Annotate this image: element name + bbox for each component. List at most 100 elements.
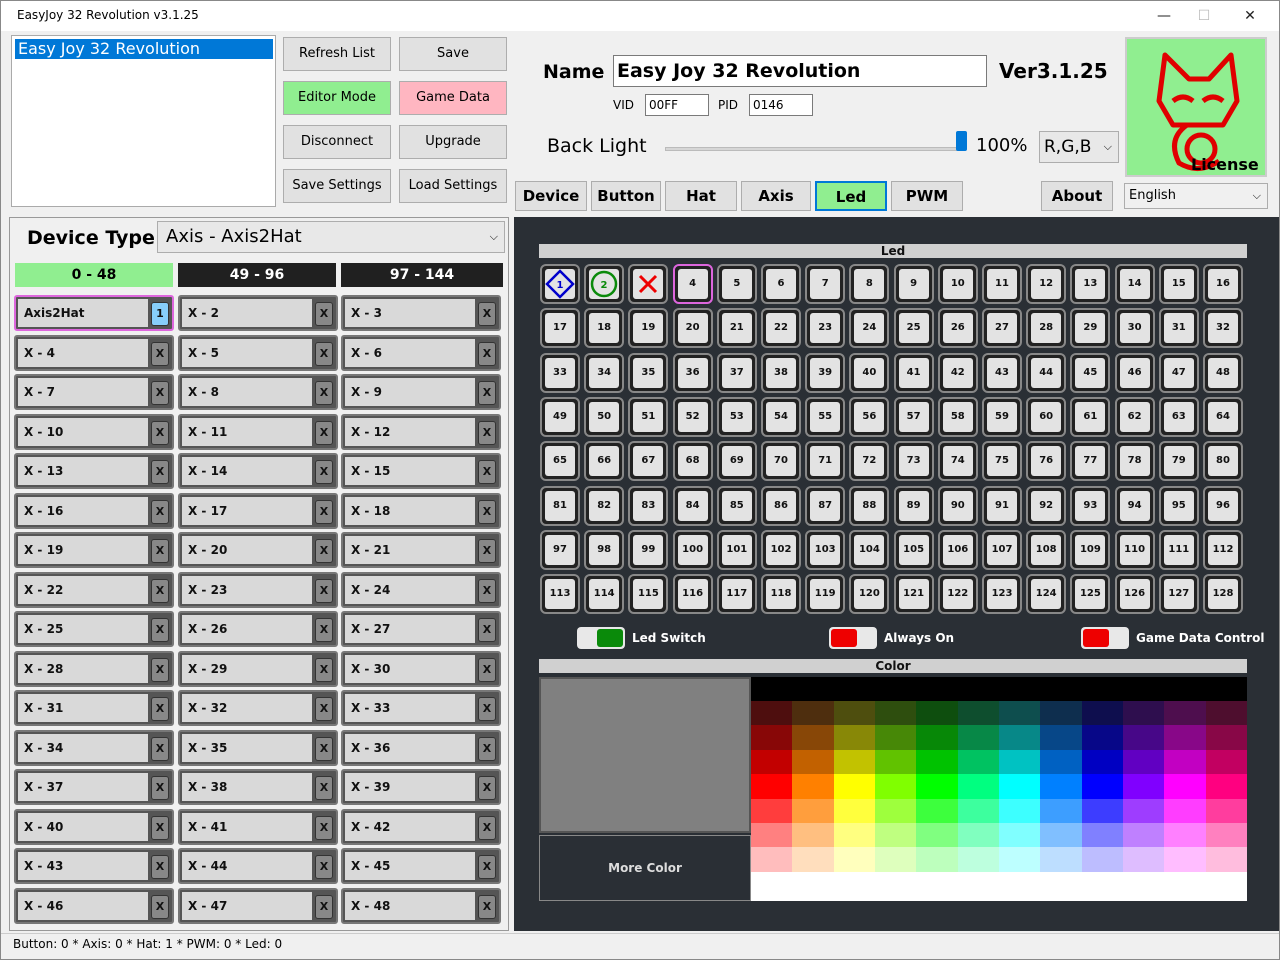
- palette-swatch[interactable]: [792, 823, 835, 848]
- palette-swatch[interactable]: [792, 701, 835, 726]
- led-cell[interactable]: 37: [716, 352, 757, 393]
- palette-swatch[interactable]: [875, 823, 917, 848]
- axis-slot[interactable]: X - 2X: [178, 295, 338, 331]
- game-data-button[interactable]: Game Data: [399, 81, 507, 115]
- tab-led[interactable]: Led: [815, 181, 887, 211]
- led-cell[interactable]: 82: [584, 485, 625, 526]
- led-cell[interactable]: 96: [1203, 485, 1243, 526]
- led-cell[interactable]: 124: [1026, 574, 1067, 615]
- led-cell[interactable]: 113: [540, 574, 580, 615]
- vid-input[interactable]: 00FF: [645, 94, 709, 116]
- palette-black-row[interactable]: [751, 677, 1247, 701]
- palette-swatch[interactable]: [1164, 798, 1207, 824]
- palette-swatch[interactable]: [792, 798, 835, 824]
- led-cell[interactable]: 85: [716, 485, 757, 526]
- axis-slot-clear-button[interactable]: X: [478, 657, 496, 682]
- axis-slot[interactable]: X - 5X: [178, 334, 338, 371]
- led-cell[interactable]: 68: [672, 441, 713, 482]
- palette-swatch[interactable]: [916, 823, 959, 848]
- palette-swatch[interactable]: [999, 725, 1041, 751]
- led-cell[interactable]: 67: [628, 441, 669, 482]
- led-cell[interactable]: 115: [628, 574, 669, 615]
- axis-slot-clear-button[interactable]: X: [478, 539, 496, 563]
- axis-slot-clear-button[interactable]: X: [315, 776, 333, 800]
- led-cell[interactable]: 9: [893, 264, 934, 304]
- axis-slot-clear-button[interactable]: X: [151, 420, 169, 445]
- tab-device[interactable]: Device: [515, 181, 587, 211]
- led-cell[interactable]: 121: [893, 574, 934, 615]
- axis-slot-clear-button[interactable]: X: [478, 894, 496, 919]
- more-color-button[interactable]: More Color: [539, 835, 751, 901]
- led-cell[interactable]: [628, 264, 669, 304]
- axis-slot-clear-button[interactable]: X: [151, 539, 169, 563]
- led-cell[interactable]: 88: [849, 485, 890, 526]
- palette-swatch[interactable]: [916, 749, 959, 775]
- led-cell[interactable]: 41: [893, 352, 934, 393]
- led-cell[interactable]: 63: [1158, 396, 1199, 437]
- axis-slot-clear-button[interactable]: X: [151, 697, 169, 721]
- axis-slot-clear-button[interactable]: X: [315, 894, 333, 919]
- device-type-select[interactable]: Axis - Axis2Hat ⌵: [157, 221, 505, 253]
- palette-swatch[interactable]: [1040, 701, 1083, 726]
- axis-slot[interactable]: X - 23 X: [178, 571, 338, 608]
- axis-slot-clear-button[interactable]: X: [151, 657, 169, 682]
- led-cell[interactable]: 5: [716, 264, 757, 304]
- device-list[interactable]: Easy Joy 32 Revolution: [11, 35, 276, 207]
- led-cell[interactable]: 22: [761, 308, 801, 349]
- led-cell[interactable]: 28: [1026, 308, 1067, 349]
- game-data-control-toggle[interactable]: [1081, 627, 1129, 649]
- palette-swatch[interactable]: [833, 823, 876, 848]
- palette-swatch[interactable]: [1081, 798, 1124, 824]
- palette-swatch[interactable]: [1081, 749, 1124, 775]
- led-cell[interactable]: 77: [1070, 441, 1111, 482]
- led-cell[interactable]: 2: [584, 264, 625, 304]
- axis-slot[interactable]: X - 6X: [341, 334, 501, 371]
- palette-swatch[interactable]: [833, 774, 876, 800]
- led-cell[interactable]: 128: [1203, 574, 1243, 615]
- led-cell[interactable]: 29: [1070, 308, 1111, 349]
- axis-slot[interactable]: X - 35 X: [178, 729, 338, 766]
- led-cell[interactable]: 91: [982, 485, 1022, 526]
- led-cell[interactable]: 122: [937, 574, 978, 615]
- palette-swatch[interactable]: [751, 823, 793, 848]
- axis-slot[interactable]: X - 30 X: [341, 650, 501, 687]
- axis-slot[interactable]: X - 15 X: [341, 453, 501, 489]
- led-cell[interactable]: 24: [849, 308, 890, 349]
- palette-swatch[interactable]: [1040, 823, 1083, 848]
- led-cell[interactable]: 20: [672, 308, 713, 349]
- led-cell[interactable]: 70: [761, 441, 801, 482]
- axis-slot-clear-button[interactable]: X: [315, 657, 333, 682]
- palette-swatch[interactable]: [1164, 847, 1207, 873]
- axis-slot[interactable]: X - 20 X: [178, 532, 338, 568]
- language-select[interactable]: English ⌵: [1124, 183, 1268, 209]
- led-cell[interactable]: 15: [1158, 264, 1199, 304]
- led-cell[interactable]: 33: [540, 352, 580, 393]
- palette-swatch[interactable]: [999, 774, 1041, 800]
- led-cell[interactable]: 73: [893, 441, 934, 482]
- led-cell[interactable]: 26: [937, 308, 978, 349]
- axis-slot-clear-button[interactable]: X: [478, 460, 496, 484]
- palette-swatch[interactable]: [1205, 725, 1248, 751]
- palette-swatch[interactable]: [875, 847, 917, 873]
- palette-swatch[interactable]: [751, 725, 793, 751]
- led-cell[interactable]: 13: [1070, 264, 1111, 304]
- axis-slot[interactable]: X - 13 X: [14, 453, 174, 489]
- axis-slot[interactable]: X - 28 X: [14, 650, 174, 687]
- palette-swatch[interactable]: [1123, 798, 1165, 824]
- led-cell[interactable]: 89: [893, 485, 934, 526]
- upgrade-button[interactable]: Upgrade: [399, 125, 507, 159]
- palette-swatch[interactable]: [1205, 823, 1248, 848]
- palette-swatch[interactable]: [751, 847, 793, 873]
- axis-slot[interactable]: X - 25 X: [14, 611, 174, 647]
- led-cell[interactable]: 54: [761, 396, 801, 437]
- axis-slot[interactable]: X - 11 X: [178, 413, 338, 450]
- led-cell[interactable]: 86: [761, 485, 801, 526]
- led-cell[interactable]: 10: [937, 264, 978, 304]
- range-tab-97-144[interactable]: 97 - 144: [341, 263, 503, 287]
- palette-swatch[interactable]: [1123, 725, 1165, 751]
- palette-swatch[interactable]: [1040, 749, 1083, 775]
- led-cell[interactable]: 32: [1203, 308, 1243, 349]
- axis-slot-clear-button[interactable]: X: [151, 578, 169, 603]
- axis-slot[interactable]: X - 33 X: [341, 690, 501, 726]
- led-cell[interactable]: 36: [672, 352, 713, 393]
